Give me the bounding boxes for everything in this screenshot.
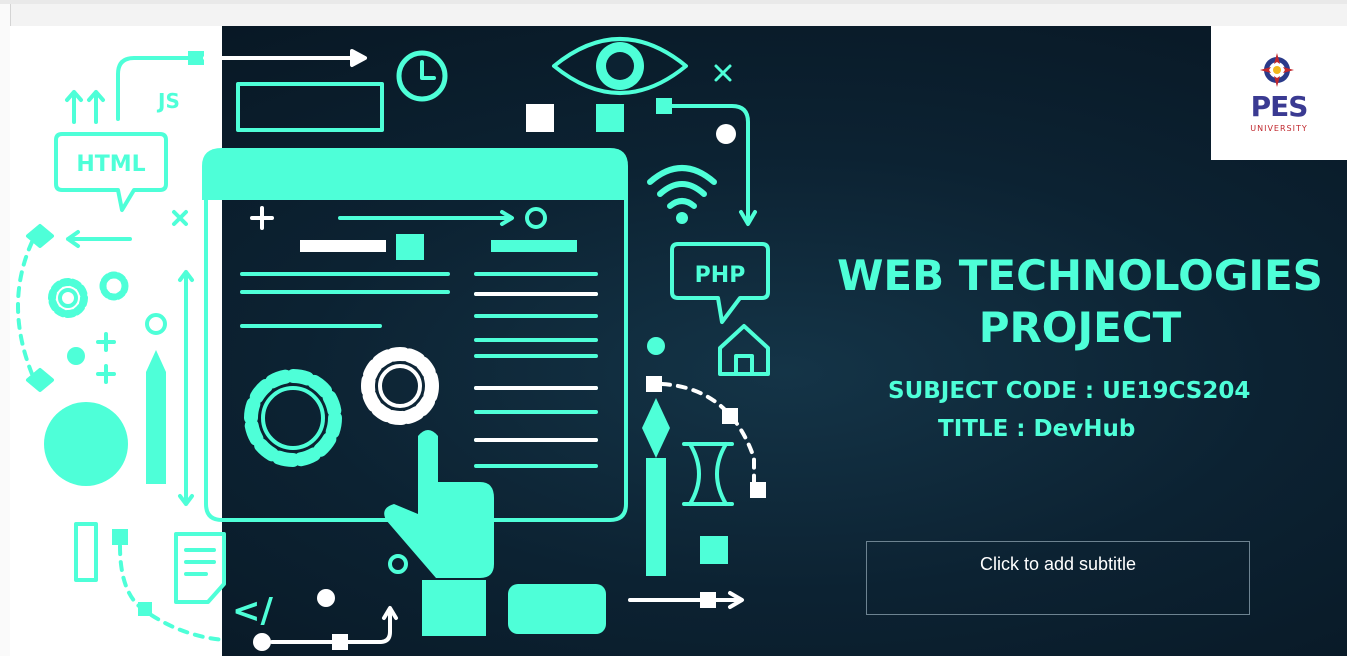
plus-icon bbox=[250, 206, 274, 230]
hourglass-icon bbox=[682, 442, 734, 506]
flow-node bbox=[722, 408, 738, 424]
clock-hands bbox=[420, 60, 436, 80]
gear-icon bbox=[99, 271, 129, 301]
arrow-line bbox=[338, 210, 514, 226]
bar bbox=[491, 240, 577, 252]
block bbox=[396, 234, 424, 260]
flow-node bbox=[112, 529, 128, 545]
bar bbox=[300, 240, 386, 252]
web-illustration: JS HTML </ PHP bbox=[16, 37, 770, 651]
js-label: JS bbox=[156, 89, 180, 113]
slide-title[interactable]: WEB TECHNOLOGIES PROJECT bbox=[830, 250, 1330, 354]
gear-hub bbox=[378, 364, 422, 408]
text-lines bbox=[474, 272, 598, 468]
close-x-icon bbox=[172, 210, 188, 226]
subtitle-placeholder-box[interactable]: Click to add subtitle bbox=[866, 541, 1250, 615]
document-icon bbox=[174, 532, 226, 604]
empty-box bbox=[236, 82, 384, 132]
gear-icon bbox=[48, 278, 88, 318]
flow-line bbox=[116, 56, 197, 121]
dot bbox=[317, 589, 335, 607]
hand-cuff bbox=[422, 580, 486, 636]
title-line-1: WEB TECHNOLOGIES bbox=[837, 251, 1323, 300]
close-x-icon bbox=[714, 64, 732, 82]
wifi-dot bbox=[676, 212, 688, 224]
dot bbox=[647, 337, 665, 355]
left-arrow-icon bbox=[66, 230, 132, 248]
flow-node bbox=[750, 482, 766, 498]
php-label: PHP bbox=[695, 263, 746, 288]
dashed-arc bbox=[16, 240, 34, 376]
flow-node bbox=[138, 602, 152, 616]
pes-emblem-icon bbox=[1260, 53, 1294, 87]
pen-body bbox=[646, 458, 666, 576]
eye-pupil-inner bbox=[606, 52, 634, 80]
gear-hub bbox=[261, 386, 325, 450]
slide-canvas[interactable]: JS HTML </ PHP PES UNIVERSITY WEB TECHNO… bbox=[10, 26, 1347, 656]
flow-node bbox=[656, 98, 672, 114]
title-line-2: PROJECT bbox=[978, 303, 1182, 352]
brush-icon bbox=[146, 350, 166, 484]
square bbox=[526, 104, 554, 132]
pes-logo: PES UNIVERSITY bbox=[1211, 26, 1347, 160]
html-label: HTML bbox=[76, 152, 145, 177]
square bbox=[700, 536, 728, 564]
code-tag-label: </ bbox=[232, 591, 273, 631]
dot bbox=[67, 347, 85, 365]
flow-node bbox=[188, 51, 204, 65]
pen-nib-icon bbox=[642, 398, 670, 458]
ring bbox=[525, 207, 547, 229]
gear-icon bbox=[361, 347, 439, 425]
wifi-icon bbox=[647, 165, 717, 209]
home-icon bbox=[718, 324, 770, 376]
subtitle-placeholder-text: Click to add subtitle bbox=[979, 554, 1137, 574]
magnifier-icon bbox=[44, 402, 128, 486]
flow-node bbox=[700, 592, 716, 608]
square bbox=[596, 104, 624, 132]
dashed-path bbox=[660, 382, 756, 490]
project-title-text[interactable]: TITLE : DevHub bbox=[938, 416, 1135, 442]
text-lines bbox=[240, 272, 450, 328]
dot bbox=[716, 124, 736, 144]
arrow-head bbox=[350, 49, 367, 67]
subject-code-text[interactable]: SUBJECT CODE : UE19CS204 bbox=[888, 378, 1250, 404]
vertical-arrow bbox=[178, 270, 194, 506]
flow-node bbox=[646, 376, 662, 392]
ring bbox=[388, 554, 408, 574]
pill-button-shape bbox=[508, 584, 606, 634]
up-arrows-icon bbox=[65, 90, 105, 124]
window-titlebar bbox=[202, 148, 628, 200]
plus-icons bbox=[96, 332, 116, 384]
logo-wordmark: PES bbox=[1250, 90, 1309, 123]
gear-hub bbox=[58, 288, 78, 308]
dot bbox=[253, 633, 271, 651]
flow-node bbox=[332, 634, 348, 650]
logo-subtext: UNIVERSITY bbox=[1250, 124, 1308, 133]
ring bbox=[145, 313, 167, 335]
arrow-line bbox=[628, 591, 744, 609]
top-strip bbox=[0, 0, 1347, 4]
magnifier-handle bbox=[74, 522, 98, 582]
